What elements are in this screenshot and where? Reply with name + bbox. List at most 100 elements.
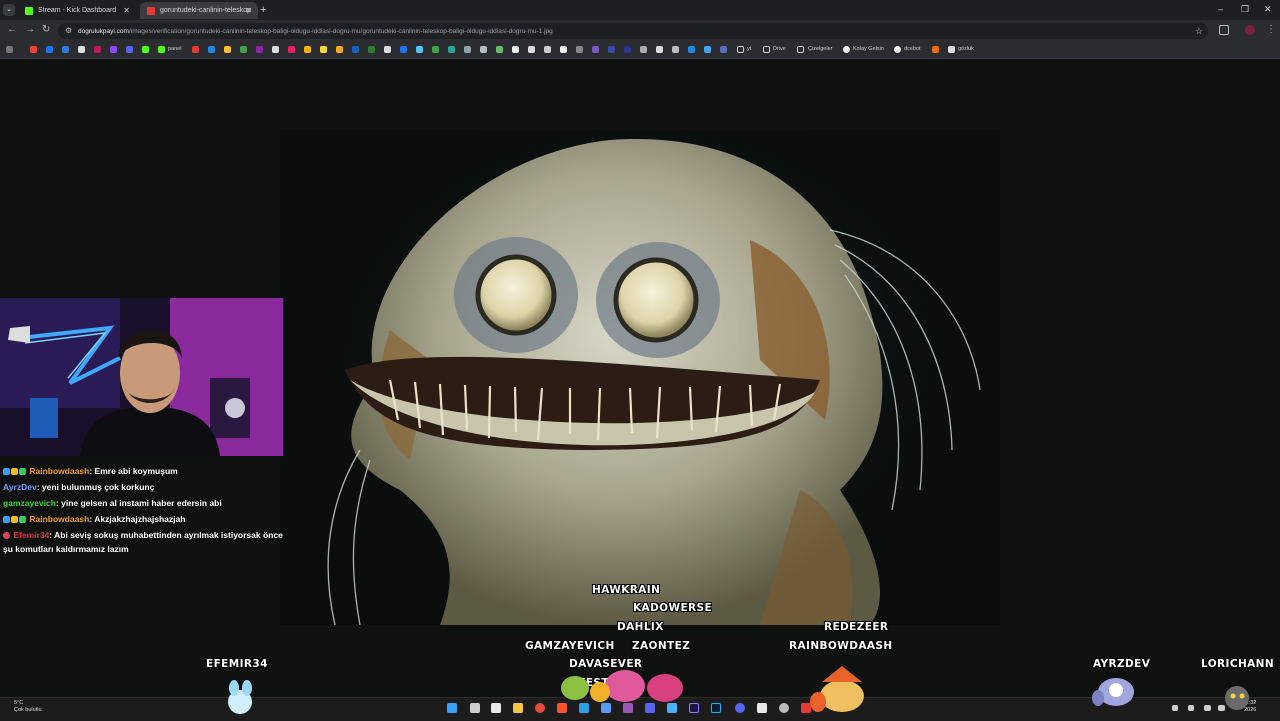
app-icon[interactable] bbox=[645, 703, 655, 713]
apps-grid-icon[interactable] bbox=[6, 46, 13, 53]
kick-panel-icon[interactable] bbox=[158, 46, 165, 53]
close-icon[interactable]: ✕ bbox=[245, 6, 252, 15]
edge-icon[interactable] bbox=[579, 703, 589, 713]
restore-icon[interactable]: ❐ bbox=[1241, 4, 1249, 15]
globe-icon[interactable] bbox=[894, 46, 901, 53]
plus-icon[interactable]: + bbox=[260, 4, 266, 16]
bookmark-icon[interactable] bbox=[208, 46, 215, 53]
bookmark-icon[interactable] bbox=[384, 46, 391, 53]
bookmark-icon[interactable] bbox=[640, 46, 647, 53]
bookmark-icon[interactable] bbox=[672, 46, 679, 53]
bookmark-icon[interactable] bbox=[544, 46, 551, 53]
tab-kick-dashboard[interactable]: Stream - Kick Dashboard ✕ bbox=[18, 2, 136, 19]
bookmark-icon[interactable] bbox=[560, 46, 567, 53]
folder-icon[interactable] bbox=[763, 46, 770, 53]
bookmark-icon[interactable] bbox=[512, 46, 519, 53]
x-icon[interactable] bbox=[78, 46, 85, 53]
back-icon[interactable]: ← bbox=[7, 24, 17, 35]
bookmark-icon[interactable] bbox=[288, 46, 295, 53]
bookmark-icon[interactable] bbox=[656, 46, 663, 53]
bookmark-icon[interactable] bbox=[192, 46, 199, 53]
bookmark-icon[interactable] bbox=[932, 46, 939, 53]
app-icon[interactable] bbox=[623, 703, 633, 713]
menu-icon[interactable]: ⋮ bbox=[1266, 24, 1276, 35]
bookmark-icon[interactable] bbox=[256, 46, 263, 53]
bookmark-icon[interactable] bbox=[688, 46, 695, 53]
gmail-icon[interactable] bbox=[30, 46, 37, 53]
bookmark-icon[interactable] bbox=[224, 46, 231, 53]
bookmark-icon[interactable] bbox=[624, 46, 631, 53]
file-explorer-icon[interactable] bbox=[513, 703, 523, 713]
bookmark-icon[interactable] bbox=[528, 46, 535, 53]
bookmark-icon[interactable] bbox=[126, 46, 133, 53]
obs-icon[interactable] bbox=[779, 703, 789, 713]
start-icon[interactable] bbox=[447, 703, 457, 713]
chat-username[interactable]: Rainbowdaash bbox=[29, 466, 89, 476]
facebook-icon[interactable] bbox=[46, 46, 53, 53]
task-view-icon[interactable] bbox=[491, 703, 501, 713]
twitch-icon[interactable] bbox=[110, 46, 117, 53]
app-icon[interactable] bbox=[757, 703, 767, 713]
bookmark-icon[interactable] bbox=[352, 46, 359, 53]
bookmark-icon[interactable] bbox=[240, 46, 247, 53]
bookmark-icon[interactable] bbox=[94, 46, 101, 53]
bookmark-icon[interactable] bbox=[400, 46, 407, 53]
bookmark-gozluk[interactable]: gözlük bbox=[958, 46, 974, 52]
bookmark-icon[interactable] bbox=[320, 46, 327, 53]
bookmark-icon[interactable] bbox=[720, 46, 727, 53]
minimize-icon[interactable]: – bbox=[1218, 4, 1223, 14]
bookmark-icon[interactable] bbox=[948, 46, 955, 53]
bookmark-icon[interactable] bbox=[608, 46, 615, 53]
bookmark-icon[interactable] bbox=[496, 46, 503, 53]
chat-username[interactable]: Efemir34 bbox=[13, 530, 49, 540]
profile-avatar-icon[interactable] bbox=[1245, 25, 1255, 35]
bookmark-star-icon[interactable]: ☆ bbox=[1195, 26, 1203, 37]
bookmark-panel[interactable]: panel bbox=[168, 46, 181, 52]
chrome-icon[interactable] bbox=[535, 703, 545, 713]
bookmark-icon[interactable] bbox=[304, 46, 311, 53]
address-bar[interactable]: ⚙ dogrulukpayi.com/images/verification/g… bbox=[58, 23, 1208, 39]
close-icon[interactable]: ✕ bbox=[123, 6, 130, 15]
chevron-up-icon[interactable] bbox=[1172, 705, 1178, 711]
reload-icon[interactable]: ↻ bbox=[42, 24, 50, 35]
bookmark-icon[interactable] bbox=[464, 46, 471, 53]
chat-username[interactable]: AyrzDev bbox=[3, 482, 37, 492]
app-icon[interactable] bbox=[667, 703, 677, 713]
usb-icon[interactable] bbox=[1188, 705, 1194, 711]
discord-icon[interactable] bbox=[735, 703, 745, 713]
extensions-icon[interactable] bbox=[1219, 25, 1229, 35]
brave-icon[interactable] bbox=[557, 703, 567, 713]
close-window-icon[interactable]: ✕ bbox=[1264, 4, 1272, 15]
lightroom-icon[interactable] bbox=[711, 703, 721, 713]
bookmark-icon[interactable] bbox=[432, 46, 439, 53]
network-icon[interactable] bbox=[1204, 705, 1211, 711]
bookmark-dcebot[interactable]: dcebot bbox=[904, 46, 921, 52]
forward-icon[interactable]: → bbox=[25, 24, 35, 35]
folder-icon[interactable] bbox=[737, 46, 744, 53]
bookmark-icon[interactable] bbox=[480, 46, 487, 53]
bookmark-kolay-gelsin[interactable]: Kolay Gelsin bbox=[853, 46, 884, 52]
folder-icon[interactable] bbox=[797, 46, 804, 53]
kick-icon[interactable] bbox=[142, 46, 149, 53]
bookmark-icon[interactable] bbox=[416, 46, 423, 53]
search-icon[interactable] bbox=[470, 703, 480, 713]
bookmark-yt[interactable]: yt bbox=[747, 46, 751, 52]
chat-username[interactable]: Rainbowdaash bbox=[29, 514, 89, 524]
tab-image[interactable]: goruntudeki-canlinin-teleskop ✕ bbox=[140, 2, 258, 19]
bookmark-icon[interactable] bbox=[272, 46, 279, 53]
bookmark-cizelgeler[interactable]: Çizelgeler bbox=[808, 46, 832, 52]
after-effects-icon[interactable] bbox=[689, 703, 699, 713]
bookmark-icon[interactable] bbox=[592, 46, 599, 53]
app-icon[interactable] bbox=[601, 703, 611, 713]
bookmark-icon[interactable] bbox=[448, 46, 455, 53]
globe-icon[interactable] bbox=[843, 46, 850, 53]
site-info-icon[interactable]: ⚙ bbox=[65, 26, 72, 35]
tab-search-button[interactable]: ⌄ bbox=[3, 4, 15, 16]
bookmark-icon[interactable] bbox=[368, 46, 375, 53]
bookmark-icon[interactable] bbox=[336, 46, 343, 53]
weather-widget[interactable]: 5°C Çok bulutlu bbox=[14, 700, 42, 714]
bookmark-drive[interactable]: Drive bbox=[773, 46, 786, 52]
bookmark-icon[interactable] bbox=[576, 46, 583, 53]
bookmark-icon[interactable] bbox=[62, 46, 69, 53]
bookmark-icon[interactable] bbox=[704, 46, 711, 53]
